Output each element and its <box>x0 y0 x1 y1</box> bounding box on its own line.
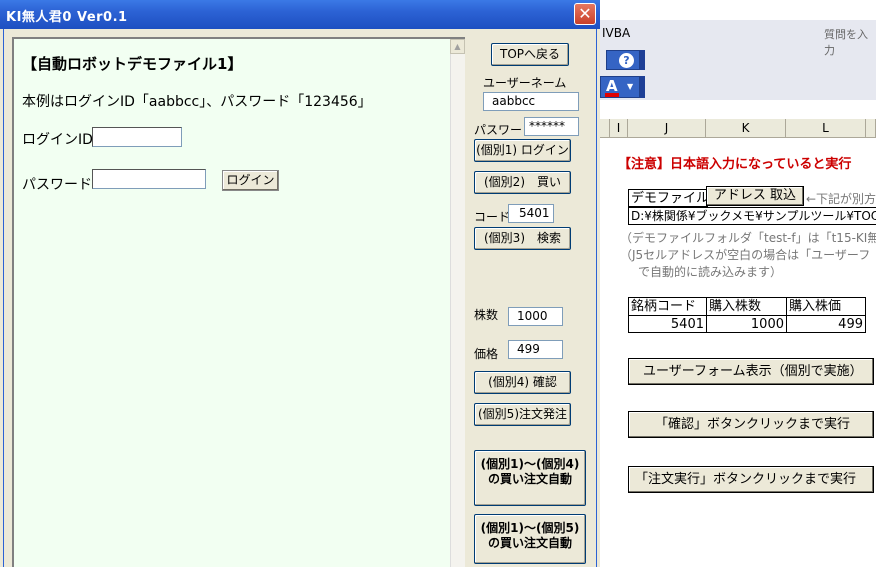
shares-input[interactable]: 1000 <box>508 307 563 326</box>
password-input[interactable] <box>92 169 206 189</box>
column-header-m[interactable] <box>866 119 876 138</box>
auto-buy-1-to-4-line1: (個別1)～(個別4) <box>480 457 580 471</box>
code-input[interactable]: 5401 <box>508 204 554 223</box>
toolbar-grip-2 <box>640 76 645 98</box>
page-description: 本例はログインID「aabbcc」、パスワード「123456」 <box>22 94 372 110</box>
individual-4-confirm-button[interactable]: (個別4) 確認 <box>474 371 571 394</box>
individual-2-buy-button[interactable]: (個別2) 買い <box>474 171 571 194</box>
table-cell-shares[interactable]: 1000 <box>706 315 787 333</box>
column-header-j[interactable]: J <box>628 119 706 138</box>
menu-vba[interactable]: IVBA <box>602 26 630 40</box>
font-color-swatch <box>605 93 619 97</box>
close-button[interactable]: ✕ <box>574 3 596 25</box>
font-color-button[interactable]: A ▼ <box>600 76 640 98</box>
userform-window: KI無人君0 Ver0.1 ✕ 【自動ロボットデモファイル1】 本例はログインI… <box>0 0 600 567</box>
login-id-input[interactable] <box>92 127 182 147</box>
note-line-2: （J5セルアドレスが空白の場合は「ユーザーフ <box>620 248 871 262</box>
table-header-code[interactable]: 銘柄コード <box>628 297 707 316</box>
login-button[interactable]: ログイン <box>222 170 279 191</box>
toolbar-grip <box>640 50 645 70</box>
run-until-confirm-button[interactable]: 「確認」ボタンクリックまで実行 <box>628 411 874 438</box>
auto-buy-1-to-5-button[interactable]: (個別1)～(個別5) の買い注文自動 <box>474 514 586 564</box>
top-back-button[interactable]: TOPへ戻る <box>491 43 569 66</box>
show-userform-button[interactable]: ユーザーフォーム表示（個別で実施） <box>628 358 874 385</box>
address-note: ←下記が別方 <box>806 192 876 206</box>
table-header-shares[interactable]: 購入株数 <box>706 297 787 316</box>
table-header-price[interactable]: 購入株価 <box>786 297 866 316</box>
shares-label: 株数 <box>474 308 499 322</box>
table-cell-code[interactable]: 5401 <box>628 315 707 333</box>
column-header-l[interactable]: L <box>786 119 866 138</box>
excel-window: IVBA 質問を入力 ? A ▼ I J K L 【注意】日本語入力になっている… <box>600 0 876 567</box>
individual-3-search-button[interactable]: (個別3) 検索 <box>474 227 571 250</box>
run-until-order-button[interactable]: 「注文実行」ボタンクリックまで実行 <box>628 466 874 493</box>
column-header-i[interactable]: I <box>610 119 628 138</box>
price-input[interactable]: 499 <box>508 340 563 359</box>
scroll-up-button[interactable]: ▲ <box>450 39 465 54</box>
web-browser-control: 【自動ロボットデモファイル1】 本例はログインID「aabbcc」、パスワード「… <box>12 37 465 567</box>
file-path-cell[interactable]: D:¥株関係¥ブックメモ¥サンプルツール¥TOOL <box>628 207 876 225</box>
auto-buy-1-to-5-line2: の買い注文自動 <box>487 536 572 550</box>
vertical-scrollbar[interactable] <box>450 39 465 567</box>
code-label: コード <box>474 210 511 224</box>
login-id-label: ログインID <box>22 132 93 148</box>
note-line-1: （デモファイルフォルダ「test-f」は「t15-KI無人 <box>620 231 876 245</box>
individual-1-login-button[interactable]: (個別1) ログイン <box>474 139 571 162</box>
chevron-down-icon: ▼ <box>627 82 634 91</box>
demo-file-label-cell[interactable]: デモファイル <box>628 189 708 207</box>
close-icon: ✕ <box>578 4 592 23</box>
help-toolbar-button[interactable]: ? <box>606 50 640 70</box>
username-label: ユーザーネーム <box>483 76 567 90</box>
window-title: KI無人君0 Ver0.1 <box>6 10 128 25</box>
help-icon: ? <box>619 53 634 68</box>
table-cell-price[interactable]: 499 <box>786 315 866 333</box>
password-label: パスワード <box>22 177 92 193</box>
auto-buy-1-to-4-line2: の買い注文自動 <box>487 472 572 486</box>
address-import-button[interactable]: アドレス 取込 <box>706 186 804 206</box>
auto-buy-1-to-5-line1: (個別1)～(個別5) <box>480 521 580 535</box>
column-header-k[interactable]: K <box>706 119 786 138</box>
chevron-up-icon: ▲ <box>454 42 461 51</box>
page-title: 【自動ロボットデモファイル1】 <box>22 55 243 73</box>
auto-buy-1-to-4-button[interactable]: (個別1)～(個別4) の買い注文自動 <box>474 450 586 506</box>
individual-5-order-button[interactable]: (個別5)注文発注 <box>474 403 571 426</box>
column-header-h[interactable] <box>600 119 610 138</box>
password-field[interactable]: ****** <box>524 117 579 136</box>
notice-text: 【注意】日本語入力になっていると実行 <box>618 157 852 172</box>
help-search-box[interactable]: 質問を入力 <box>824 26 876 58</box>
note-line-3: で自動的に読み込みます） <box>638 265 783 279</box>
price-label: 価格 <box>474 347 499 361</box>
username-input[interactable]: aabbcc <box>483 92 579 111</box>
